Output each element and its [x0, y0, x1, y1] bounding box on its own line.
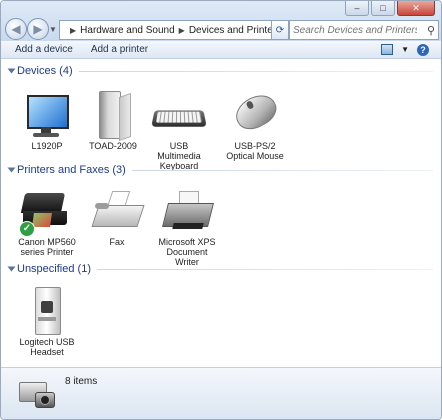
group-title-unspecified: Unspecified (1) — [17, 263, 91, 275]
device-item-computer[interactable]: TOAD-2009 — [81, 91, 145, 151]
device-item-mouse[interactable]: USB-PS/2 Optical Mouse — [223, 88, 287, 161]
device-label: USB-PS/2 Optical Mouse — [226, 141, 284, 161]
headset-box-icon — [19, 287, 75, 335]
group-header-unspecified[interactable]: Unspecified (1) — [1, 260, 441, 278]
device-item-fax[interactable]: Fax — [85, 187, 149, 247]
refresh-button[interactable]: ⟳ — [271, 20, 289, 40]
group-divider — [78, 70, 433, 72]
group-divider — [96, 268, 433, 270]
command-bar-right: ▼ ? — [381, 43, 429, 56]
back-arrow-icon: ◀ — [11, 22, 21, 36]
device-item-keyboard[interactable]: USB Multimedia Keyboard — [147, 91, 211, 171]
collapse-arrow-icon[interactable] — [7, 167, 16, 173]
fax-icon — [89, 187, 145, 235]
printer-icon: ✓ — [19, 187, 75, 237]
device-label: Canon MP560 series Printer — [18, 237, 76, 257]
add-device-button[interactable]: Add a device — [15, 44, 73, 55]
devices-and-printers-window: – □ ✕ ◀ ▶ ▼ ▶ Hardware and Sound ▶ Devic… — [0, 0, 442, 420]
collapse-arrow-icon[interactable] — [7, 68, 16, 74]
minimize-button[interactable]: – — [345, 1, 369, 16]
maximize-button[interactable]: □ — [371, 1, 395, 16]
computer-tower-icon — [85, 91, 141, 142]
forward-button[interactable]: ▶ — [27, 18, 49, 40]
collapse-arrow-icon[interactable] — [7, 266, 16, 272]
help-icon[interactable]: ? — [417, 43, 429, 56]
search-input[interactable] — [290, 23, 419, 37]
forward-arrow-icon: ▶ — [33, 22, 43, 36]
device-list: Devices (4) L1920P TOAD-2009 USB Multime… — [1, 59, 441, 366]
view-options-dropdown-icon[interactable]: ▼ — [401, 45, 409, 54]
mouse-icon — [227, 88, 283, 139]
search-box[interactable]: ⚲ — [289, 20, 439, 40]
group-divider — [131, 169, 433, 171]
device-item-monitor[interactable]: L1920P — [15, 91, 79, 151]
keyboard-icon — [151, 91, 207, 139]
close-button[interactable]: ✕ — [397, 1, 435, 16]
breadcrumb-separator-icon[interactable]: ▶ — [70, 26, 76, 35]
group-title-printers: Printers and Faxes (3) — [17, 164, 126, 176]
recent-pages-dropdown[interactable]: ▼ — [49, 25, 57, 34]
group-header-devices[interactable]: Devices (4) — [1, 62, 441, 80]
device-item-headset[interactable]: Logitech USB Headset — [15, 287, 79, 357]
device-label: TOAD-2009 — [89, 141, 137, 151]
group-title-devices: Devices (4) — [17, 65, 73, 77]
breadcrumb-separator-icon[interactable]: ▶ — [179, 26, 185, 35]
xps-printer-icon — [159, 187, 215, 235]
default-printer-check-icon: ✓ — [19, 221, 35, 237]
monitor-icon — [19, 91, 75, 139]
group-header-printers[interactable]: Printers and Faxes (3) — [1, 161, 441, 179]
device-label: Logitech USB Headset — [19, 337, 75, 357]
device-label: L1920P — [31, 141, 63, 151]
printer-camera-icon — [17, 376, 57, 410]
caption-buttons: – □ ✕ — [345, 1, 435, 16]
change-view-icon[interactable] — [381, 44, 394, 55]
device-item-canon-printer[interactable]: ✓ Canon MP560 series Printer — [15, 187, 79, 257]
breadcrumb-devices-and-printers[interactable]: Devices and Printers — [189, 25, 271, 36]
status-bar: 8 items — [1, 367, 441, 419]
back-button[interactable]: ◀ — [5, 18, 27, 40]
command-bar: Add a device Add a printer ▼ ? — [1, 41, 441, 59]
address-bar[interactable]: ▶ Hardware and Sound ▶ Devices and Print… — [59, 20, 272, 40]
device-label: Fax — [109, 237, 125, 247]
title-bar: – □ ✕ ◀ ▶ ▼ ▶ Hardware and Sound ▶ Devic… — [1, 1, 441, 41]
item-count: 8 items — [65, 376, 98, 387]
refresh-icon: ⟳ — [275, 24, 285, 36]
device-item-xps-writer[interactable]: Microsoft XPS Document Writer — [155, 187, 219, 267]
breadcrumb-hardware-and-sound[interactable]: Hardware and Sound — [80, 25, 175, 36]
search-icon[interactable]: ⚲ — [427, 24, 435, 37]
add-printer-button[interactable]: Add a printer — [91, 44, 148, 55]
